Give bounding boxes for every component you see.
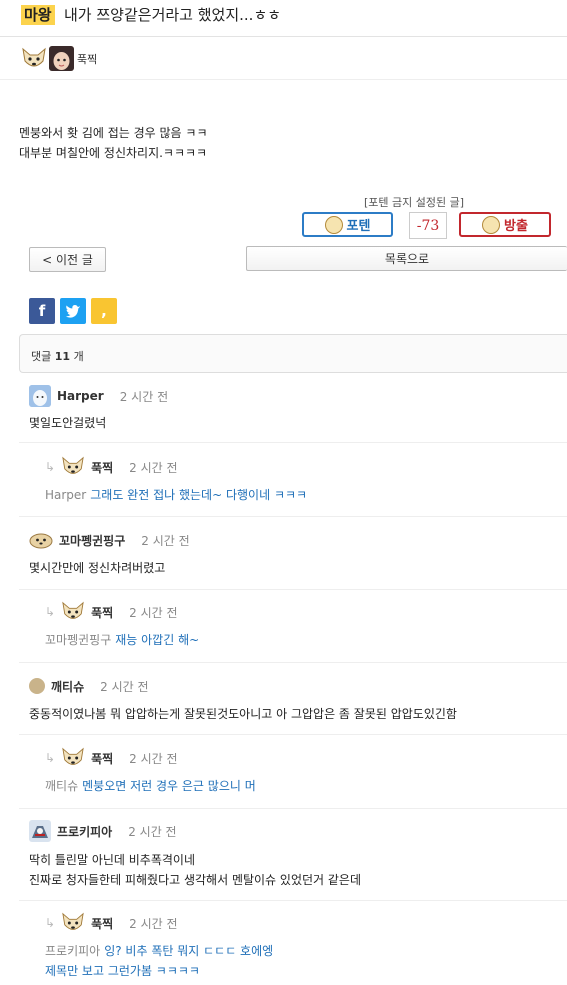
comment-author[interactable]: 푹찍 <box>91 750 113 767</box>
author-level-icon <box>21 47 47 74</box>
reply-comment: ↳ 푹찍 2 시간 전 프로키피아 잉? 비추 폭탄 뭐지 ㄷㄷㄷ 호에엥 제목만… <box>19 902 567 985</box>
angry-face-icon <box>482 215 501 234</box>
author-avatar[interactable] <box>49 46 74 71</box>
comment-body: 프로키피아 잉? 비추 폭탄 뭐지 ㄷㄷㄷ 호에엥 제목만 보고 그런가봄 ㅋㅋㅋ… <box>45 941 273 981</box>
comment-body: 중동적이였나봄 뭐 압압하는게 잘못된것도아니고 아 그압압은 좀 잘못된 압압… <box>29 704 457 724</box>
reply-comment: ↳ 푹찍 2 시간 전 꼬마펭귄핑구 재능 아깝긴 해~ <box>19 591 567 663</box>
comments-prefix: 댓글 <box>31 350 52 363</box>
reply-mention[interactable]: 깨티슈 <box>45 779 78 793</box>
list-button[interactable]: 목록으로 <box>246 246 567 271</box>
comment-line: 잉? 비추 폭탄 뭐지 ㄷㄷㄷ 호에엥 <box>104 944 274 958</box>
comment-line: 몇시간만에 정신차려버렸고 <box>29 561 166 575</box>
comment-line: 재능 아깝긴 해~ <box>115 633 200 647</box>
upvote-button[interactable]: 포텐 <box>302 212 393 237</box>
comment-line: 몇일도안걸렸넉 <box>29 416 107 430</box>
comment-body: 몇시간만에 정신차려버렸고 <box>29 558 165 578</box>
comment-header: Harper 2 시간 전 <box>29 384 168 408</box>
vote-caption: [포텐 금지 설정된 글] <box>364 196 465 209</box>
reply-arrow-icon: ↳ <box>45 460 56 474</box>
comments-count: 11 <box>54 350 71 363</box>
reply-arrow-icon: ↳ <box>45 916 56 930</box>
comment-time: 2 시간 전 <box>129 460 178 475</box>
user-level-icon <box>61 601 85 623</box>
reply-mention[interactable]: 꼬마펭귄핑구 <box>45 633 111 647</box>
comment-header: ↳ 푹찍 2 시간 전 <box>45 911 178 935</box>
comment-header: 깨티슈 2 시간 전 <box>29 674 149 698</box>
comment-author[interactable]: 푹찍 <box>91 915 113 932</box>
comments-suffix: 개 <box>73 350 84 363</box>
user-avatar[interactable] <box>29 531 53 549</box>
user-avatar[interactable] <box>29 385 51 407</box>
reply-comment: ↳ 푹찍 2 시간 전 깨티슈 멘붕오면 저런 경우 은근 많으니 머 <box>19 736 567 809</box>
comment-line: 진짜로 청자들한테 피해줬다고 생각해서 멘탈이슈 있었던거 같은데 <box>29 873 362 887</box>
comment: 프로키피아 2 시간 전 딱히 틀린말 아닌데 비추폭격이네 진짜로 청자들한테… <box>19 810 567 901</box>
reply-mention[interactable]: 프로키피아 <box>45 944 100 958</box>
vote-count: -73 <box>409 212 447 239</box>
comment-line: 중동적이였나봄 뭐 압압하는게 잘못된것도아니고 아 그압압은 좀 잘못된 압압… <box>29 707 457 721</box>
user-level-icon <box>61 456 85 478</box>
prev-post-button[interactable]: < 이전 글 <box>29 247 106 272</box>
post-body: 멘붕와서 홧 김에 접는 경우 많음 ㅋㅋ 대부분 며칠안에 정신차리지.ㅋㅋㅋ… <box>19 123 208 163</box>
comment: 깨티슈 2 시간 전 중동적이였나봄 뭐 압압하는게 잘못된것도아니고 아 그압… <box>19 664 567 735</box>
reply-mention[interactable]: Harper <box>45 488 86 502</box>
comment: 꼬마펭귄핑구 2 시간 전 몇시간만에 정신차려버렸고 <box>19 518 567 590</box>
comment-author[interactable]: 프로키피아 <box>57 823 112 840</box>
comment-header: ↳ 푹찍 2 시간 전 <box>45 455 178 479</box>
comment-body: 깨티슈 멘붕오면 저런 경우 은근 많으니 머 <box>45 776 256 796</box>
comment-body: 몇일도안걸렸넉 <box>29 413 106 433</box>
category-badge[interactable]: 마왕 <box>21 5 55 25</box>
post-body-line: 멘붕와서 홧 김에 접는 경우 많음 ㅋㅋ <box>19 126 208 140</box>
comment-time: 2 시간 전 <box>129 916 178 931</box>
kakaostory-share-icon[interactable]: , <box>91 298 117 324</box>
comment-body: Harper 그래도 완전 접나 했는데~ 다행이네 ㅋㅋㅋ <box>45 485 307 505</box>
user-avatar[interactable] <box>29 678 45 694</box>
comment-header: 꼬마펭귄핑구 2 시간 전 <box>29 528 190 552</box>
comment-body: 딱히 틀린말 아닌데 비추폭격이네 진짜로 청자들한테 피해줬다고 생각해서 멘… <box>29 850 361 890</box>
reply-arrow-icon: ↳ <box>45 605 56 619</box>
comment-time: 2 시간 전 <box>119 389 169 404</box>
comment-author[interactable]: Harper <box>57 389 104 403</box>
post-author-row: 푹찍 <box>0 38 567 80</box>
comment-line: 그래도 완전 접나 했는데~ 다행이네 ㅋㅋㅋ <box>90 488 308 502</box>
reply-comment: ↳ 푹찍 2 시간 전 Harper 그래도 완전 접나 했는데~ 다행이네 ㅋㅋ… <box>19 444 567 517</box>
comment-header: ↳ 푹찍 2 시간 전 <box>45 746 178 770</box>
comment-time: 2 시간 전 <box>129 751 178 766</box>
twitter-share-icon[interactable] <box>60 298 86 324</box>
comment-header: 프로키피아 2 시간 전 <box>29 819 177 843</box>
post-body-line: 대부분 며칠안에 정신차리지.ㅋㅋㅋㅋ <box>19 146 208 160</box>
post-title-bar: 마왕 내가 쯔양같은거라고 했었지...ㅎㅎ <box>0 0 567 37</box>
post-title: 내가 쯔양같은거라고 했었지...ㅎㅎ <box>64 6 282 24</box>
comment-author[interactable]: 꼬마펭귄핑구 <box>59 532 125 549</box>
comment-time: 2 시간 전 <box>141 533 190 548</box>
upvote-label: 포텐 <box>346 219 371 234</box>
comment: Harper 2 시간 전 몇일도안걸렸넉 <box>19 373 567 443</box>
comments-header: 댓글 11 개 <box>19 334 567 373</box>
user-avatar[interactable] <box>29 820 51 842</box>
comment-line: 딱히 틀린말 아닌데 비추폭격이네 <box>29 853 196 867</box>
comment-line: 멘붕오면 저런 경우 은근 많으니 머 <box>82 779 256 793</box>
author-name[interactable]: 푹찍 <box>77 51 97 67</box>
comment-time: 2 시간 전 <box>129 605 178 620</box>
user-level-icon <box>61 912 85 934</box>
comment-author[interactable]: 푹찍 <box>91 459 113 476</box>
comment-header: ↳ 푹찍 2 시간 전 <box>45 600 178 624</box>
comment-line: 제목만 보고 그런가봄 ㅋㅋㅋㅋ <box>45 964 200 978</box>
reply-arrow-icon: ↳ <box>45 751 56 765</box>
comment-author[interactable]: 푹찍 <box>91 604 113 621</box>
comment-time: 2 시간 전 <box>100 679 149 694</box>
comment-body: 꼬마펭귄핑구 재능 아깝긴 해~ <box>45 630 199 650</box>
downvote-button[interactable]: 방출 <box>459 212 551 237</box>
facebook-share-icon[interactable]: f <box>29 298 55 324</box>
happy-face-icon <box>324 215 343 234</box>
comment-author[interactable]: 깨티슈 <box>51 678 84 695</box>
user-level-icon <box>61 747 85 769</box>
downvote-label: 방출 <box>504 219 528 234</box>
comment-time: 2 시간 전 <box>128 824 177 839</box>
